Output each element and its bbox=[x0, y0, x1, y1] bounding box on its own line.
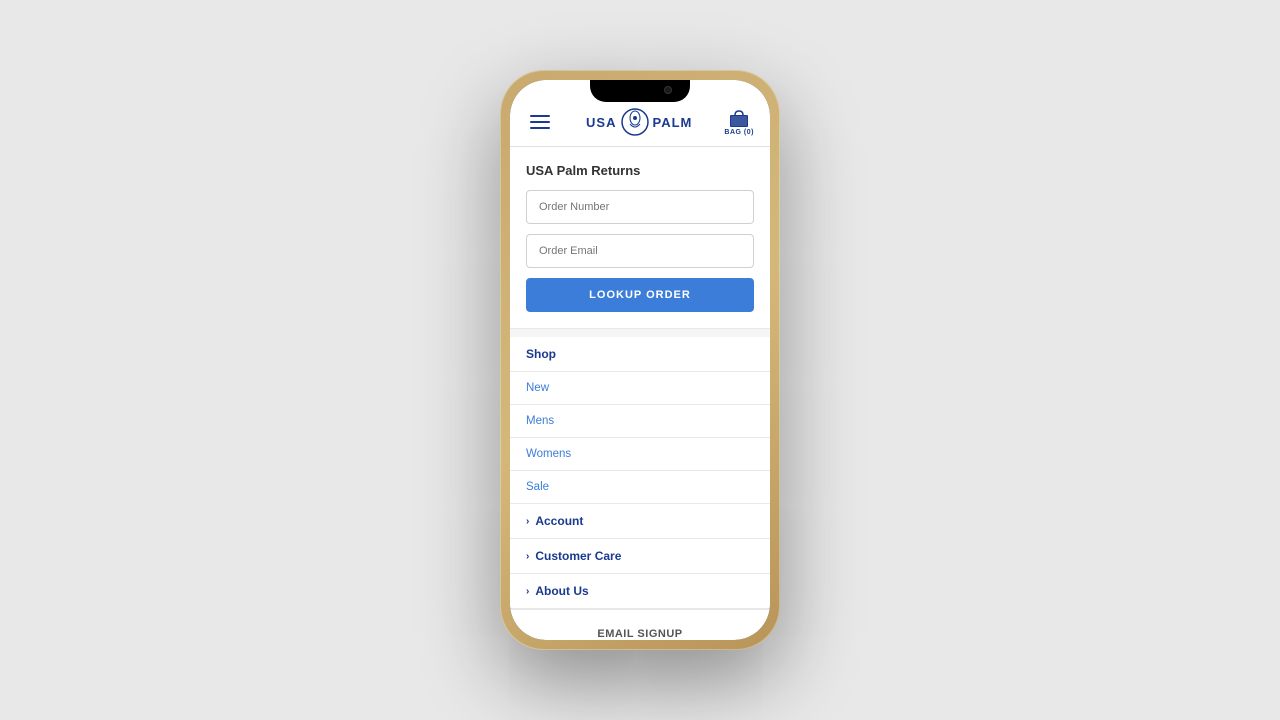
nav-item-customer-care[interactable]: › Customer Care bbox=[510, 539, 770, 574]
nav-item-womens[interactable]: Womens bbox=[510, 438, 770, 471]
email-signup-section[interactable]: EMAIL SIGNUP bbox=[510, 609, 770, 640]
bag-icon bbox=[728, 108, 750, 128]
bag-count-label: BAG (0) bbox=[724, 129, 754, 136]
nav-item-new[interactable]: New bbox=[510, 372, 770, 405]
logo-text-palm: PALM bbox=[653, 115, 693, 130]
order-email-input[interactable] bbox=[526, 234, 754, 268]
chevron-right-icon: › bbox=[526, 586, 529, 597]
nav-shop-header: Shop bbox=[510, 337, 770, 372]
nav-section: Shop New Mens Womens Sale › bbox=[510, 337, 770, 609]
chevron-right-icon: › bbox=[526, 516, 529, 527]
lookup-order-button[interactable]: LOOKUP ORDER bbox=[526, 278, 754, 312]
logo[interactable]: USA PALM bbox=[586, 108, 692, 136]
returns-title: USA Palm Returns bbox=[526, 163, 754, 178]
phone-notch bbox=[590, 80, 690, 102]
section-divider bbox=[510, 329, 770, 337]
phone-inner: USA PALM BAG (0) bbox=[510, 80, 770, 640]
order-number-input[interactable] bbox=[526, 190, 754, 224]
phone-frame: USA PALM BAG (0) bbox=[500, 70, 780, 650]
nav-item-mens[interactable]: Mens bbox=[510, 405, 770, 438]
hamburger-menu-button[interactable] bbox=[526, 111, 554, 133]
nav-item-about-us[interactable]: › About Us bbox=[510, 574, 770, 609]
logo-emblem-icon bbox=[621, 108, 649, 136]
logo-text-usa: USA bbox=[586, 115, 616, 130]
camera-icon bbox=[664, 86, 672, 94]
phone-screen: USA PALM BAG (0) bbox=[510, 80, 770, 640]
nav-item-account[interactable]: › Account bbox=[510, 504, 770, 539]
bag-button[interactable]: BAG (0) bbox=[724, 108, 754, 136]
nav-item-sale[interactable]: Sale bbox=[510, 471, 770, 504]
returns-section: USA Palm Returns LOOKUP ORDER bbox=[510, 147, 770, 329]
email-signup-label: EMAIL SIGNUP bbox=[597, 628, 682, 640]
main-content: USA Palm Returns LOOKUP ORDER Shop New M… bbox=[510, 147, 770, 640]
chevron-right-icon: › bbox=[526, 551, 529, 562]
